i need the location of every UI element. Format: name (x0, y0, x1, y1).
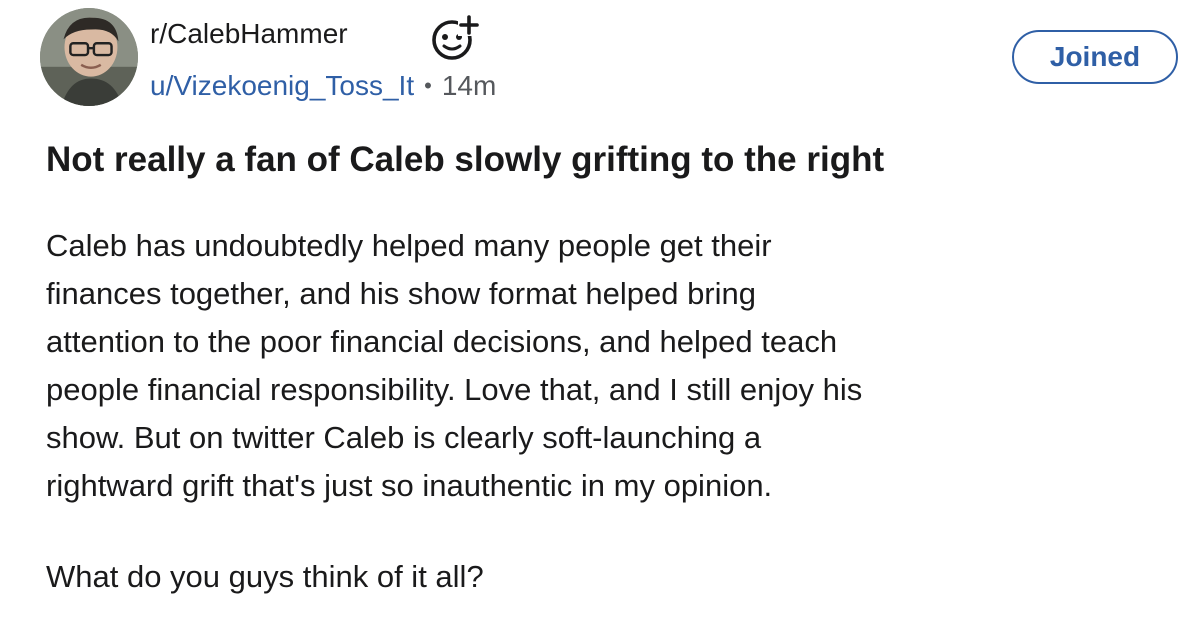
subreddit-name[interactable]: r/CalebHammer (150, 16, 348, 52)
body-line: Caleb has undoubtedly helped many people… (46, 228, 772, 263)
avatar-photo-icon (40, 8, 138, 106)
reddit-post: r/CalebHammer u/Vizekoenig_Toss_It • 14m… (0, 0, 1200, 620)
post-body: Caleb has undoubtedly helped many people… (46, 222, 1166, 510)
meta-separator: • (424, 73, 432, 98)
body-line: finances together, and his show format h… (46, 276, 757, 311)
joined-button[interactable]: Joined (1012, 30, 1178, 84)
post-title[interactable]: Not really a fan of Caleb slowly griftin… (46, 137, 1166, 183)
body-line: people financial responsibility. Love th… (46, 372, 863, 407)
user-avatar[interactable] (40, 8, 138, 106)
closing-question: What do you guys think of it all? (46, 559, 484, 594)
add-snoovatar-icon[interactable] (428, 10, 484, 62)
body-line: attention to the poor financial decision… (46, 324, 838, 359)
post-timestamp: 14m (441, 70, 497, 101)
body-line: show. But on twitter Caleb is clearly so… (46, 420, 762, 455)
body-line: rightward grift that's just so inauthent… (46, 468, 773, 503)
post-meta: u/Vizekoenig_Toss_It • 14m (150, 68, 496, 104)
author-username[interactable]: u/Vizekoenig_Toss_It (150, 70, 414, 102)
